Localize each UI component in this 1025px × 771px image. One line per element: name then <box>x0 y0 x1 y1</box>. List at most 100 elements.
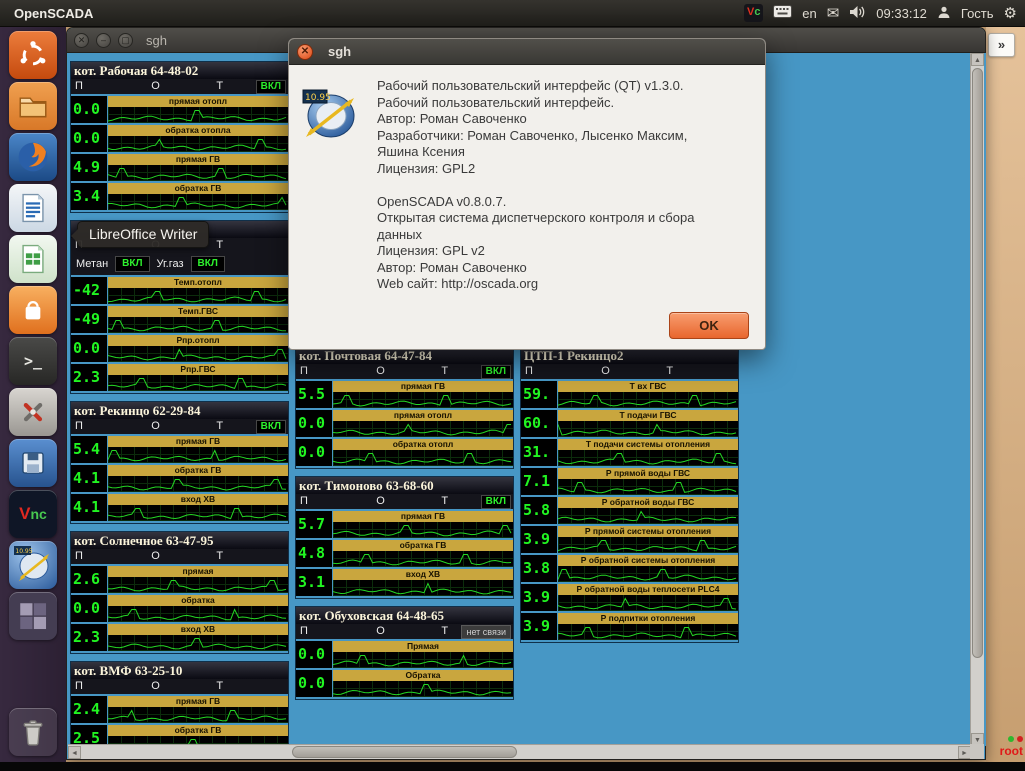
launcher-item-dash-home[interactable] <box>9 31 57 79</box>
sensor-label: Обратка <box>333 670 513 681</box>
trend-chart[interactable] <box>333 580 513 596</box>
launcher-item-workspace-switcher[interactable] <box>9 592 57 640</box>
trend-chart[interactable] <box>558 392 738 408</box>
trend-chart[interactable] <box>108 606 288 622</box>
root-label[interactable]: root <box>1000 744 1023 758</box>
trend-chart[interactable] <box>333 681 513 697</box>
launcher-item-terminal[interactable]: >_ <box>9 337 57 385</box>
dialog-title: sgh <box>328 44 351 59</box>
sensor-row: 0.0обратка отопла <box>71 125 288 152</box>
sensor-label: прямая ГВ <box>108 696 288 707</box>
volume-icon[interactable] <box>849 5 866 22</box>
sensor-value: -49 <box>71 306 107 333</box>
window-close-button[interactable]: ✕ <box>74 33 89 48</box>
panel-on-status[interactable]: ВКЛ <box>481 495 511 509</box>
vertical-scroll-thumb[interactable] <box>972 68 983 658</box>
launcher-item-firefox[interactable] <box>9 133 57 181</box>
trend-chart[interactable] <box>558 566 738 582</box>
scada-panel: кот. Рабочая 64-48-02ПОТВКЛ0.0прямая ото… <box>70 61 289 213</box>
sensor-row: 0.0прямая отопл <box>296 410 513 437</box>
trend-chart[interactable] <box>333 392 513 408</box>
launcher-item-files[interactable] <box>9 82 57 130</box>
trend-chart[interactable] <box>558 479 738 495</box>
trend-chart[interactable] <box>108 107 288 123</box>
screen: » root ✕ – ▢ sgh кот. Рабочая 64-48-02ПО… <box>0 0 1025 771</box>
vnc-indicator-icon[interactable]: Vc <box>744 4 763 22</box>
panel-title: кот. Обуховская 64-48-65 <box>296 607 513 624</box>
sensor-value: 0.0 <box>71 595 107 622</box>
launcher-item-openscada[interactable]: 10.95 <box>9 541 57 589</box>
launcher-item-libreoffice-writer[interactable] <box>9 184 57 232</box>
window-minimize-button[interactable]: – <box>96 33 111 48</box>
sensor-row: 5.4прямая ГВ <box>71 436 288 463</box>
session-gear-icon[interactable]: ⚙ <box>1004 4 1017 22</box>
sensor-value: 2.3 <box>71 624 107 651</box>
sensor-label: Т подачи системы отопления <box>558 439 738 450</box>
trend-chart[interactable] <box>108 317 288 333</box>
trend-chart[interactable] <box>108 288 288 304</box>
trend-chart[interactable] <box>333 652 513 668</box>
trend-chart[interactable] <box>108 476 288 492</box>
toggle-state-button[interactable]: ВКЛ <box>115 256 149 272</box>
trend-chart[interactable] <box>108 194 288 210</box>
sensor-row: 2.3Рпр.ГВС <box>71 364 288 391</box>
trend-chart[interactable] <box>108 447 288 463</box>
vertical-scrollbar[interactable]: ▲ ▼ <box>970 53 984 746</box>
trend-chart[interactable] <box>558 421 738 437</box>
root-session-area: root <box>1000 736 1023 758</box>
dialog-titlebar[interactable]: ✕ sgh <box>289 39 765 65</box>
trend-chart[interactable] <box>108 136 288 152</box>
trend-chart[interactable] <box>558 595 738 611</box>
horizontal-scrollbar[interactable]: ◄ ► <box>68 744 971 759</box>
col-header: П <box>300 624 308 639</box>
trend-chart[interactable] <box>108 635 288 651</box>
launcher-item-software-center[interactable] <box>9 286 57 334</box>
desktop-background: » root <box>986 27 1025 762</box>
panel-title: кот. Тимоново 63-68-60 <box>296 477 513 494</box>
trend-chart[interactable] <box>108 577 288 593</box>
launcher-item-disk-utility[interactable] <box>9 439 57 487</box>
keyboard-icon[interactable] <box>773 5 792 21</box>
dialog-close-icon[interactable]: ✕ <box>297 44 313 60</box>
horizontal-scroll-thumb[interactable] <box>292 746 517 758</box>
trend-chart[interactable] <box>333 421 513 437</box>
trend-chart[interactable] <box>333 551 513 567</box>
sensor-value: 5.4 <box>71 436 107 463</box>
trend-chart[interactable] <box>558 624 738 640</box>
trend-chart[interactable] <box>333 450 513 466</box>
launcher-item-libreoffice-calc[interactable] <box>9 235 57 283</box>
toggle-state-button[interactable]: ВКЛ <box>191 256 225 272</box>
scada-panel: кот. Солнечное 63-47-95ПОТ2.6прямая0.0об… <box>70 531 289 654</box>
user-name[interactable]: Гость <box>961 6 994 21</box>
sensor-row: 4.8обратка ГВ <box>296 540 513 567</box>
panel-on-status[interactable]: ВКЛ <box>256 80 286 94</box>
window-maximize-button[interactable]: ▢ <box>118 33 133 48</box>
clock[interactable]: 09:33:12 <box>876 6 927 21</box>
mail-icon[interactable]: ✉ <box>827 4 840 22</box>
launcher-item-system-settings[interactable] <box>9 388 57 436</box>
trend-chart[interactable] <box>333 522 513 538</box>
panel-on-status[interactable]: ВКЛ <box>481 365 511 379</box>
sensor-label: обратка ГВ <box>108 183 288 194</box>
trend-chart[interactable] <box>558 508 738 524</box>
sensor-value: 59. <box>521 381 557 408</box>
trend-chart[interactable] <box>558 450 738 466</box>
trend-chart[interactable] <box>108 707 288 723</box>
trend-chart[interactable] <box>108 375 288 391</box>
sensor-label: прямая ГВ <box>333 381 513 392</box>
ok-button[interactable]: OK <box>669 312 749 339</box>
col-header: Т <box>216 79 223 94</box>
keyboard-layout-label[interactable]: en <box>802 6 816 21</box>
scroll-left-icon[interactable]: ◄ <box>68 746 81 759</box>
trend-chart[interactable] <box>108 505 288 521</box>
trend-chart[interactable] <box>558 537 738 553</box>
launcher-item-vnc-viewer[interactable]: Vnc <box>9 490 57 538</box>
panel-collapse-button[interactable]: » <box>988 33 1015 57</box>
launcher-item-trash[interactable] <box>9 708 57 756</box>
sensor-row: 2.4прямая ГВ <box>71 696 288 723</box>
panel-on-status[interactable]: ВКЛ <box>256 420 286 434</box>
trend-chart[interactable] <box>108 346 288 362</box>
trend-chart[interactable] <box>108 165 288 181</box>
dialog-text-line: Автор: Роман Савоченко <box>377 111 729 128</box>
scroll-up-icon[interactable]: ▲ <box>971 53 984 66</box>
